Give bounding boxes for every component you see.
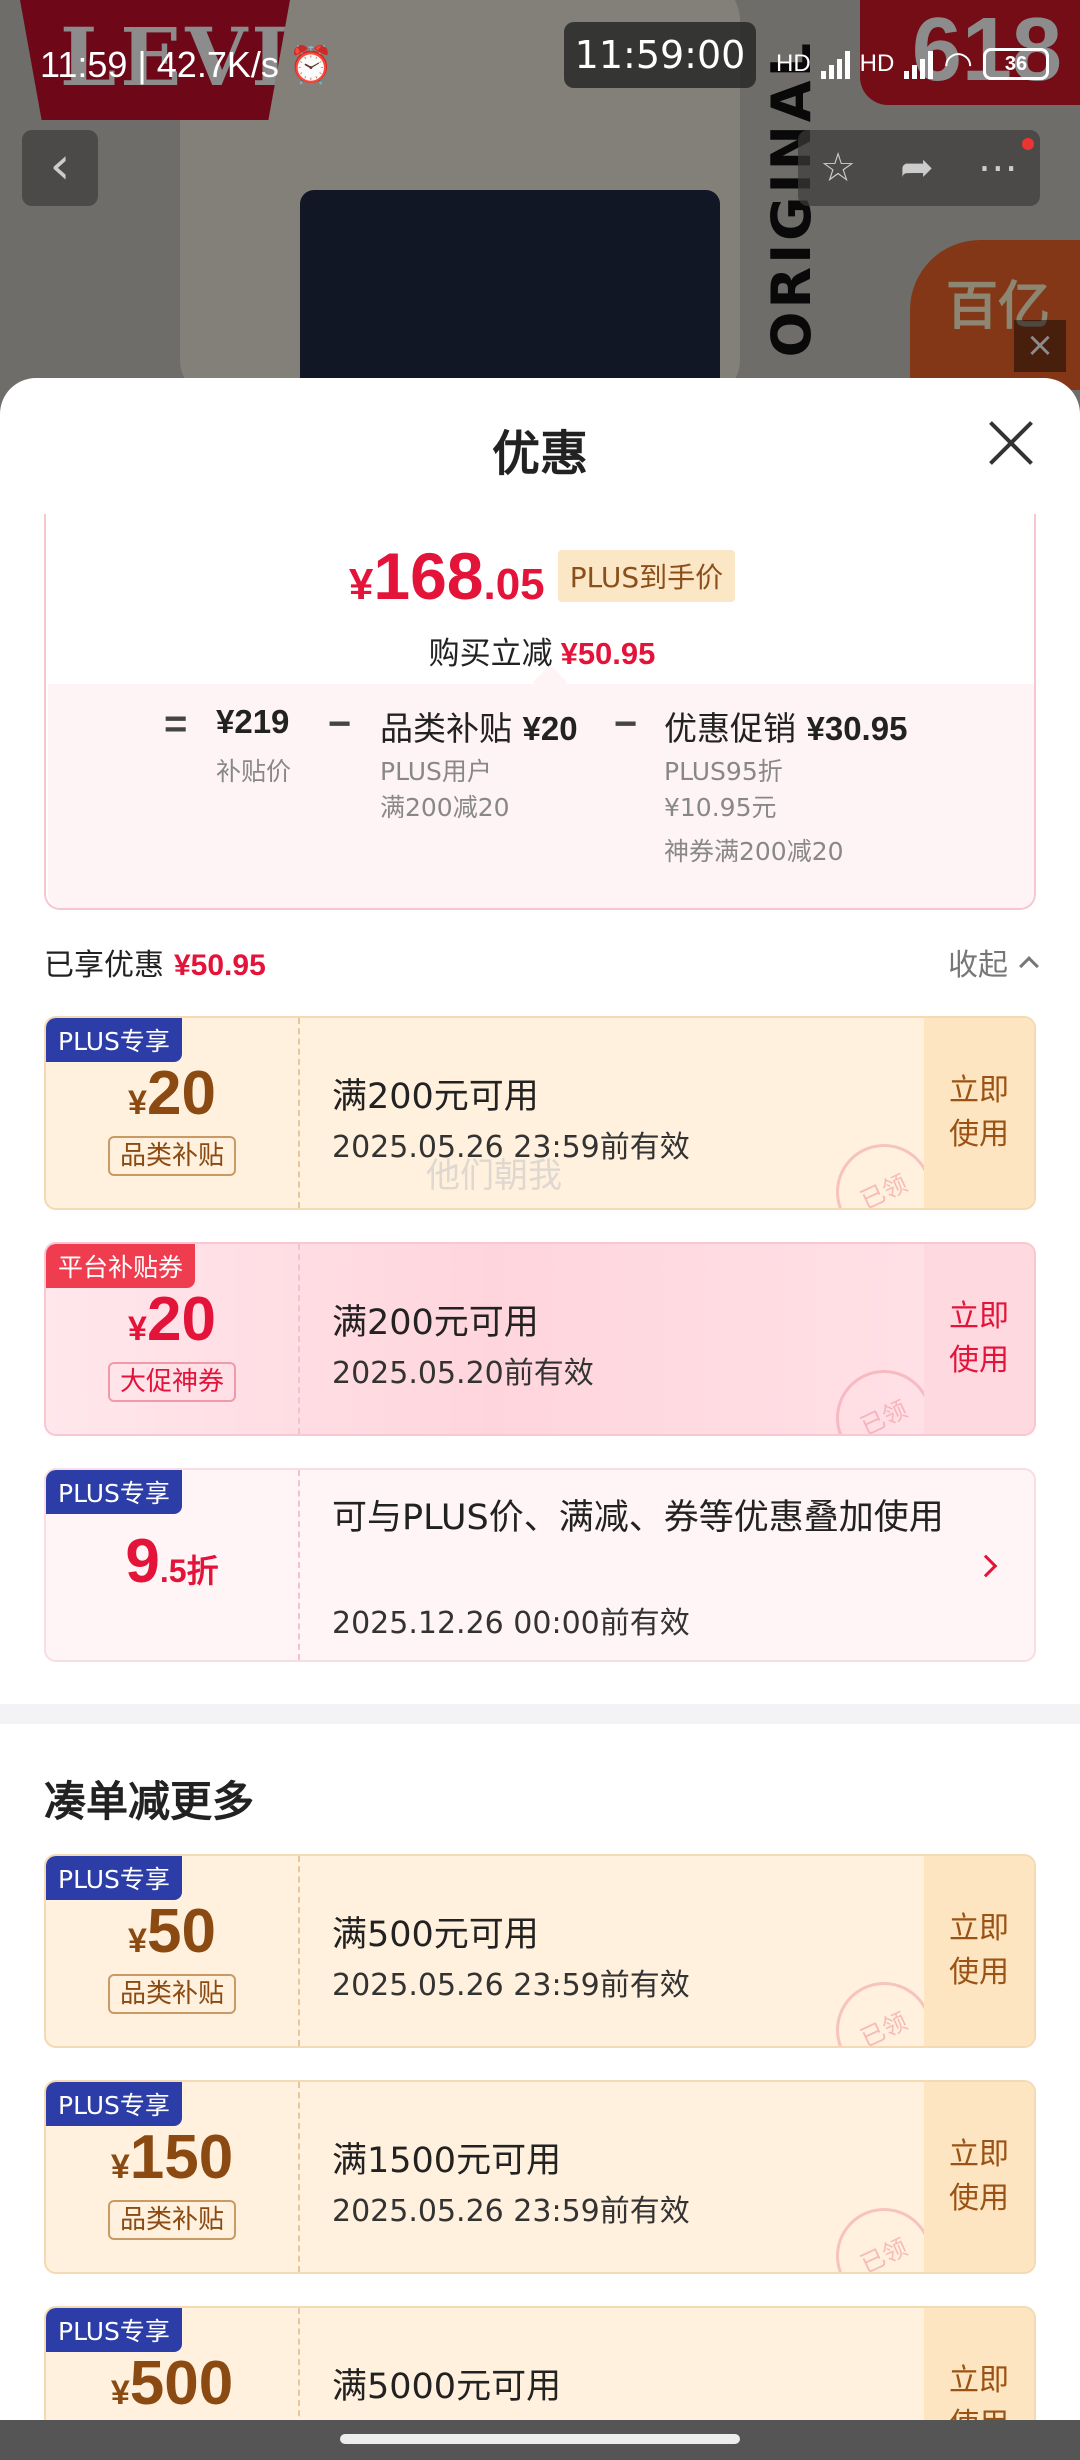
coupon-amount: ¥500 (110, 2349, 234, 2418)
battery-icon: 36 (983, 48, 1050, 80)
watermark-text: 他们朝我 (426, 1156, 562, 1196)
chevron-right-icon[interactable] (974, 1554, 998, 1578)
coupon-card[interactable]: PLUS专享 9.5折 可与PLUS价、满减、券等优惠叠加使用 2025.12.… (44, 1468, 1036, 1662)
base-price: ¥219 (216, 703, 290, 740)
coupon-amount: ¥20 (128, 1059, 216, 1128)
more-icon[interactable]: ⋯ (978, 145, 1018, 191)
hd-label-2: HD (859, 50, 895, 77)
coupon-amount: ¥150 (110, 2123, 234, 2192)
discount-sheet: 优惠 ¥168.05 PLUS到手价 购买立减 ¥50.95 = ¥219 补贴价… (0, 378, 1080, 2460)
top-actions: ☆ ➦ ⋯ (798, 130, 1040, 206)
coupon-tag: PLUS专享 (46, 1018, 182, 1062)
status-bar: 11:59 | 42.7K/s ⏰ 11:59:00 HD HD ◠ 36 (0, 0, 1080, 120)
coupon-tag: PLUS专享 (46, 2308, 182, 2352)
equals-sign: = (164, 702, 188, 746)
promotion-discount-detail: PLUS95折 ¥10.95元 神券满200减20 (664, 757, 844, 866)
coupon-kind: 品类补贴 (108, 1974, 236, 2014)
coupon-tag: PLUS专享 (46, 2082, 182, 2126)
favorite-star-icon[interactable]: ☆ (820, 145, 856, 191)
enjoyed-discount: 已享优惠 ¥50.95 (44, 948, 266, 983)
wifi-icon: ◠ (943, 45, 974, 83)
coupon-validity: 2025.05.20前有效 (332, 1356, 594, 1391)
use-now-button[interactable]: 立即使用 (924, 1244, 1034, 1434)
purchase-reduce: 购买立减 ¥50.95 (428, 636, 656, 672)
category-subsidy: 品类补贴 ¥20 (380, 709, 578, 748)
back-button[interactable]: ‹ (22, 130, 98, 206)
plus-price-tag: PLUS到手价 (557, 550, 736, 602)
coupon-description: 可与PLUS价、满减、券等优惠叠加使用 (332, 1498, 944, 1538)
coupon-amount: ¥50 (128, 1897, 216, 1966)
coupon-tag: PLUS专享 (46, 1856, 182, 1900)
coupon-divider (298, 1470, 300, 1660)
back-icon: ‹ (49, 136, 71, 196)
coupon-card: 平台补贴券 ¥20 大促神券 满200元可用 2025.05.20前有效 已领 … (44, 1242, 1036, 1436)
section-title: 凑单减更多 (44, 1777, 255, 1826)
coupon-tag: PLUS专享 (46, 1470, 182, 1514)
gesture-bar (0, 2420, 1080, 2460)
coupon-validity: 2025.05.26 23:59前有效 (332, 2194, 690, 2229)
status-icons: HD HD ◠ 36 (776, 44, 1050, 84)
coupon-condition: 满500元可用 (332, 1915, 539, 1955)
collapse-button[interactable]: 收起 (948, 940, 1039, 984)
hd-label: HD (776, 50, 811, 77)
coupon-condition: 满200元可用 (332, 1077, 539, 1117)
coupon-validity: 2025.05.26 23:59前有效 (332, 1968, 690, 2003)
sheet-title: 优惠 (491, 426, 588, 482)
use-now-button[interactable]: 立即使用 (924, 1856, 1034, 2046)
coupon-divider (298, 2082, 300, 2272)
price-summary-card: ¥168.05 PLUS到手价 购买立减 ¥50.95 = ¥219 补贴价 − … (44, 514, 1036, 910)
signal-icon-2 (904, 49, 934, 79)
signal-icon (820, 49, 850, 79)
clock-bubble: 11:59:00 (564, 22, 756, 88)
share-icon[interactable]: ➦ (900, 145, 934, 191)
base-price-label: 补贴价 (216, 757, 292, 786)
coupon-card: PLUS专享 ¥50 品类补贴 满500元可用 2025.05.26 23:59… (44, 1854, 1036, 2048)
coupon-validity: 2025.12.26 00:00前有效 (332, 1606, 690, 1641)
promotion-discount: 优惠促销 ¥30.95 (664, 709, 908, 748)
coupon-divider (298, 1856, 300, 2046)
coupon-tag: 平台补贴券 (46, 1244, 196, 1288)
coupon-amount: 9.5折 (125, 1527, 219, 1596)
coupon-kind: 品类补贴 (108, 1136, 236, 1176)
coupon-amount: ¥20 (128, 1285, 216, 1354)
chevron-up-icon (1019, 956, 1039, 976)
coupon-condition: 满200元可用 (332, 1303, 539, 1343)
coupon-kind: 大促神券 (108, 1362, 236, 1402)
minus-sign-2: − (614, 702, 638, 746)
use-now-button[interactable]: 立即使用 (924, 2082, 1034, 2272)
price-calculation: = ¥219 补贴价 − 品类补贴 ¥20 PLUS用户 满200减20 − 优惠… (48, 684, 1034, 908)
coupon-kind: 品类补贴 (108, 2200, 236, 2240)
minus-sign: − (328, 702, 352, 746)
coupon-card: PLUS专享 ¥20 品类补贴 满200元可用 2025.05.26 23:59… (44, 1016, 1036, 1210)
use-now-button[interactable]: 立即使用 (924, 1018, 1034, 1208)
home-indicator[interactable] (340, 2434, 740, 2444)
coupon-card: PLUS专享 ¥150 品类补贴 满1500元可用 2025.05.26 23:… (44, 2080, 1036, 2274)
status-time-speed: 11:59 | 42.7K/s ⏰ (40, 44, 334, 85)
section-gap (0, 1704, 1080, 1724)
coupon-divider (298, 1244, 300, 1434)
coupon-condition: 满1500元可用 (332, 2141, 562, 2181)
category-subsidy-detail: PLUS用户 满200减20 (380, 757, 510, 822)
close-icon[interactable] (984, 416, 1038, 470)
notification-dot (1022, 138, 1034, 150)
coupon-divider (298, 1018, 300, 1208)
final-price: ¥168.05 PLUS到手价 (46, 538, 1038, 614)
coupon-condition: 满5000元可用 (332, 2367, 562, 2407)
